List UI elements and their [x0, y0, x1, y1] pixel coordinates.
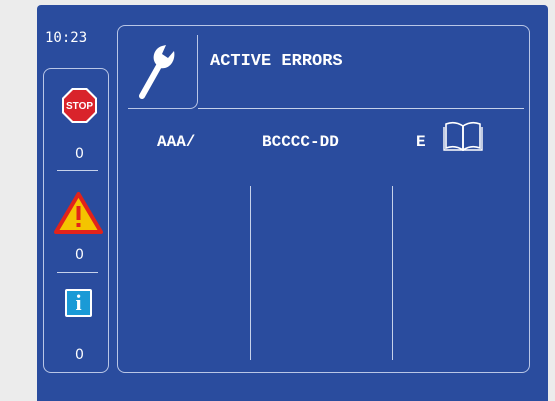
warning-count: 0 [75, 247, 84, 263]
column-divider [250, 186, 251, 360]
header-divider [198, 108, 524, 109]
stop-label: STOP [66, 101, 93, 112]
warning-icon[interactable] [54, 192, 103, 234]
sidebar-divider [57, 272, 98, 273]
stop-count: 0 [75, 146, 84, 162]
wrench-icon [139, 45, 175, 99]
column-divider [392, 186, 393, 360]
stop-sign-icon[interactable]: STOP [61, 87, 98, 124]
panel-title: ACTIVE ERRORS [210, 52, 343, 71]
column-header-e: E [416, 133, 426, 151]
book-icon[interactable] [443, 121, 483, 151]
clock: 10:23 [45, 30, 88, 46]
sidebar-divider [57, 170, 98, 171]
column-header-code: AAA/ [157, 133, 196, 151]
info-count: 0 [75, 347, 84, 363]
info-icon[interactable]: i [65, 289, 92, 317]
column-header-id: BCCCC-DD [262, 133, 339, 151]
